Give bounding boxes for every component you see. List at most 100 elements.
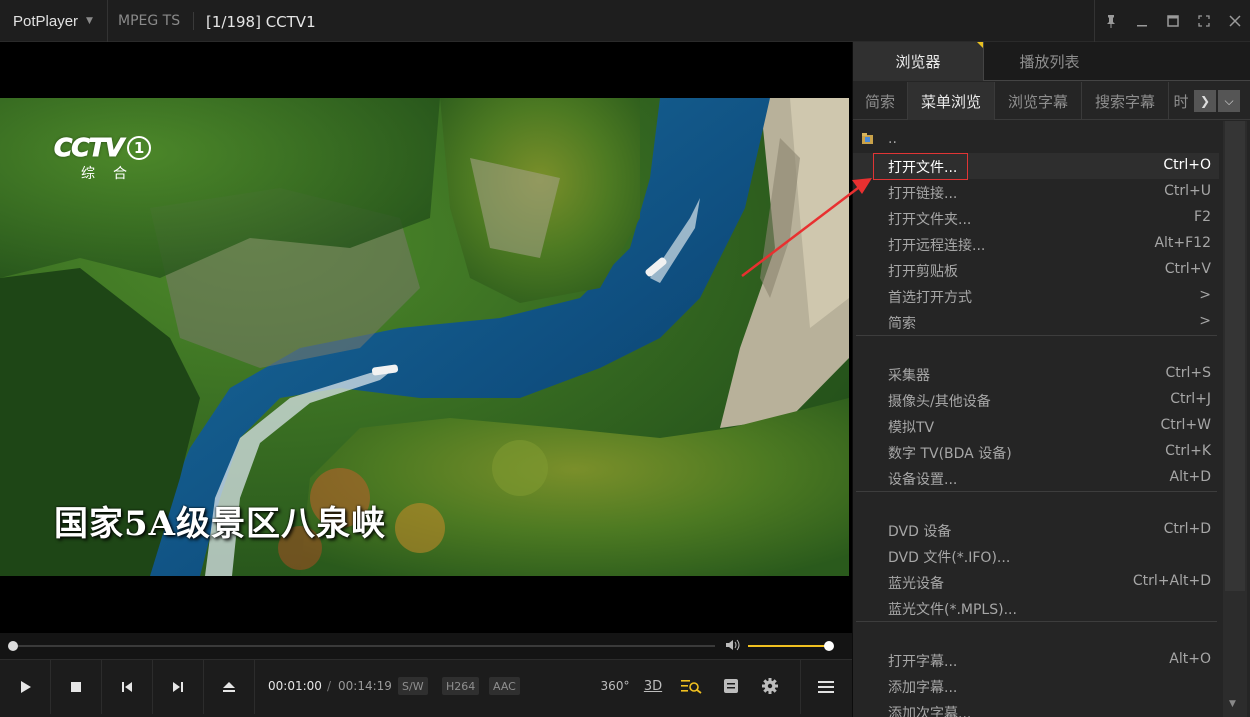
stop-button[interactable]: [51, 660, 102, 714]
menu-item-label: 打开链接...: [888, 186, 958, 202]
decoder-badge[interactable]: S/W: [398, 677, 428, 695]
chevron-right-icon[interactable]: ❯: [1194, 90, 1216, 112]
panel-tabs: 浏览器 播放列表: [853, 42, 1250, 81]
menu-separator: [856, 335, 1217, 336]
menu-item[interactable]: 蓝光文件(*.MPLS)...: [853, 595, 1219, 621]
app-name: PotPlayer: [13, 12, 79, 30]
menu-item[interactable]: 打开字幕... Alt+O: [853, 647, 1219, 673]
menu-item[interactable]: 简索 >: [853, 309, 1219, 335]
tab-playlist[interactable]: 播放列表: [984, 42, 1115, 81]
play-button[interactable]: [0, 660, 51, 714]
video-codec-badge[interactable]: H264: [442, 677, 480, 695]
menu-item-shortcut: Alt+D: [1169, 469, 1211, 485]
menu-item-label: 模拟TV: [888, 420, 935, 436]
menu-item-label: 打开剪贴板: [888, 264, 958, 280]
menu-item-label: DVD 文件(*.IFO)...: [888, 550, 1011, 566]
eject-button[interactable]: [204, 660, 255, 714]
menu-item[interactable]: 打开剪贴板 Ctrl+V: [853, 257, 1219, 283]
scrollbar-thumb[interactable]: [1225, 121, 1245, 591]
parent-folder-item[interactable]: ..: [853, 127, 1219, 153]
volume-slider[interactable]: [748, 645, 828, 647]
menu-item[interactable]: 蓝光设备 Ctrl+Alt+D: [853, 569, 1219, 595]
menu-item[interactable]: 添加次字幕...: [853, 699, 1219, 717]
menu-item[interactable]: 打开远程连接... Alt+F12: [853, 231, 1219, 257]
pin-icon[interactable]: [1095, 0, 1126, 42]
menu-item-label: 打开文件...: [888, 160, 958, 176]
video-area[interactable]: CCTV 1 综合 国家5A级景区八泉峡: [0, 42, 852, 633]
subtab-index[interactable]: 简索: [853, 82, 908, 120]
format-label: MPEG TS: [118, 13, 181, 29]
seek-handle[interactable]: [8, 641, 18, 651]
menu-item[interactable]: 添加字幕...: [853, 673, 1219, 699]
menu-item[interactable]: 打开文件夹... F2: [853, 205, 1219, 231]
seek-bar-area: [0, 633, 852, 659]
settings-icon[interactable]: [757, 674, 783, 698]
tab-browser[interactable]: 浏览器: [853, 42, 984, 81]
seek-bar[interactable]: [12, 645, 715, 647]
menu-item[interactable]: 摄像头/其他设备 Ctrl+J: [853, 387, 1219, 413]
tab-label: 播放列表: [1019, 53, 1080, 71]
volume-icon[interactable]: [725, 638, 741, 656]
subtab-menu-browse[interactable]: 菜单浏览: [908, 82, 995, 120]
channel-logo: CCTV 1 综合: [53, 133, 152, 183]
menu-item-shortcut: Ctrl+S: [1165, 365, 1211, 381]
3d-icon[interactable]: 3D: [640, 674, 666, 698]
file-title: [1/198] CCTV1: [206, 13, 316, 31]
menu-separator: [856, 621, 1217, 622]
menu-icon[interactable]: [800, 660, 850, 714]
menu-list: .. 打开文件... Ctrl+O 打开链接... Ctrl+U 打开文件夹... F2 打…: [853, 121, 1221, 717]
close-icon[interactable]: [1219, 0, 1250, 42]
menu-item-label: 设备设置...: [888, 472, 958, 488]
menu-item-shortcut: >: [1199, 287, 1211, 303]
app-menu-button[interactable]: PotPlayer ▼: [0, 0, 108, 42]
menu-item[interactable]: 模拟TV Ctrl+W: [853, 413, 1219, 439]
360-icon[interactable]: 360°: [600, 674, 630, 698]
stop-icon: [71, 682, 81, 692]
playlist-search-icon[interactable]: [678, 674, 704, 698]
tab-marker: [977, 42, 983, 48]
menu-item[interactable]: 首选打开方式 >: [853, 283, 1219, 309]
video-frame[interactable]: CCTV 1 综合 国家5A级景区八泉峡: [0, 98, 849, 576]
menu-item-shortcut: Ctrl+K: [1165, 443, 1211, 459]
menu-item[interactable]: 打开链接... Ctrl+U: [853, 179, 1219, 205]
window-controls: [1094, 0, 1250, 42]
menu-item[interactable]: 打开文件... Ctrl+O: [853, 153, 1219, 180]
scrollbar[interactable]: ▼: [1223, 121, 1247, 717]
subtab-search-subtitles[interactable]: 搜索字幕: [1082, 82, 1169, 120]
previous-icon: [122, 682, 132, 692]
channel-subtitle: 综合: [81, 166, 145, 182]
previous-button[interactable]: [102, 660, 153, 714]
subtab-browse-subtitles[interactable]: 浏览字幕: [995, 82, 1082, 120]
menu-item[interactable]: 采集器 Ctrl+S: [853, 361, 1219, 387]
subtab-truncated[interactable]: 时: [1169, 82, 1193, 120]
scroll-down-icon[interactable]: ▼: [1229, 699, 1236, 709]
control-bar: 00:01:00 / 00:14:19 S/W H264 AAC 360° 3D: [0, 659, 852, 717]
parent-folder-label: ..: [888, 131, 897, 147]
menu-item-shortcut: Ctrl+Alt+D: [1132, 573, 1211, 589]
menu-item[interactable]: 数字 TV(BDA 设备) Ctrl+K: [853, 439, 1219, 465]
menu-item-label: 蓝光文件(*.MPLS)...: [888, 602, 1017, 618]
channel-logo-word: CCTV: [53, 133, 124, 163]
chevron-down-icon: ▼: [86, 16, 93, 26]
chevron-down-icon[interactable]: ⌵: [1218, 90, 1240, 112]
minimize-icon[interactable]: [1126, 0, 1157, 42]
current-time: 00:01:00: [268, 679, 322, 693]
fullscreen-icon[interactable]: [1188, 0, 1219, 42]
menu-item-label: DVD 设备: [888, 524, 952, 540]
menu-item-label: 蓝光设备: [888, 576, 944, 592]
maximize-icon[interactable]: [1157, 0, 1188, 42]
volume-handle[interactable]: [824, 641, 834, 651]
play-icon: [21, 681, 31, 693]
menu-item-shortcut: Ctrl+D: [1163, 521, 1211, 537]
next-icon: [173, 682, 183, 692]
menu-item-shortcut: >: [1199, 313, 1211, 329]
menu-item[interactable]: DVD 设备 Ctrl+D: [853, 517, 1219, 543]
menu-item[interactable]: 设备设置... Alt+D: [853, 465, 1219, 491]
subtitle-icon[interactable]: [718, 674, 744, 698]
menu-item[interactable]: DVD 文件(*.IFO)...: [853, 543, 1219, 569]
title-bar: PotPlayer ▼ MPEG TS [1/198] CCTV1: [0, 0, 1250, 42]
audio-codec-badge[interactable]: AAC: [489, 677, 520, 695]
next-button[interactable]: [153, 660, 204, 714]
menu-item-label: 打开远程连接...: [888, 238, 986, 254]
menu-item-label: 打开文件夹...: [888, 212, 972, 228]
